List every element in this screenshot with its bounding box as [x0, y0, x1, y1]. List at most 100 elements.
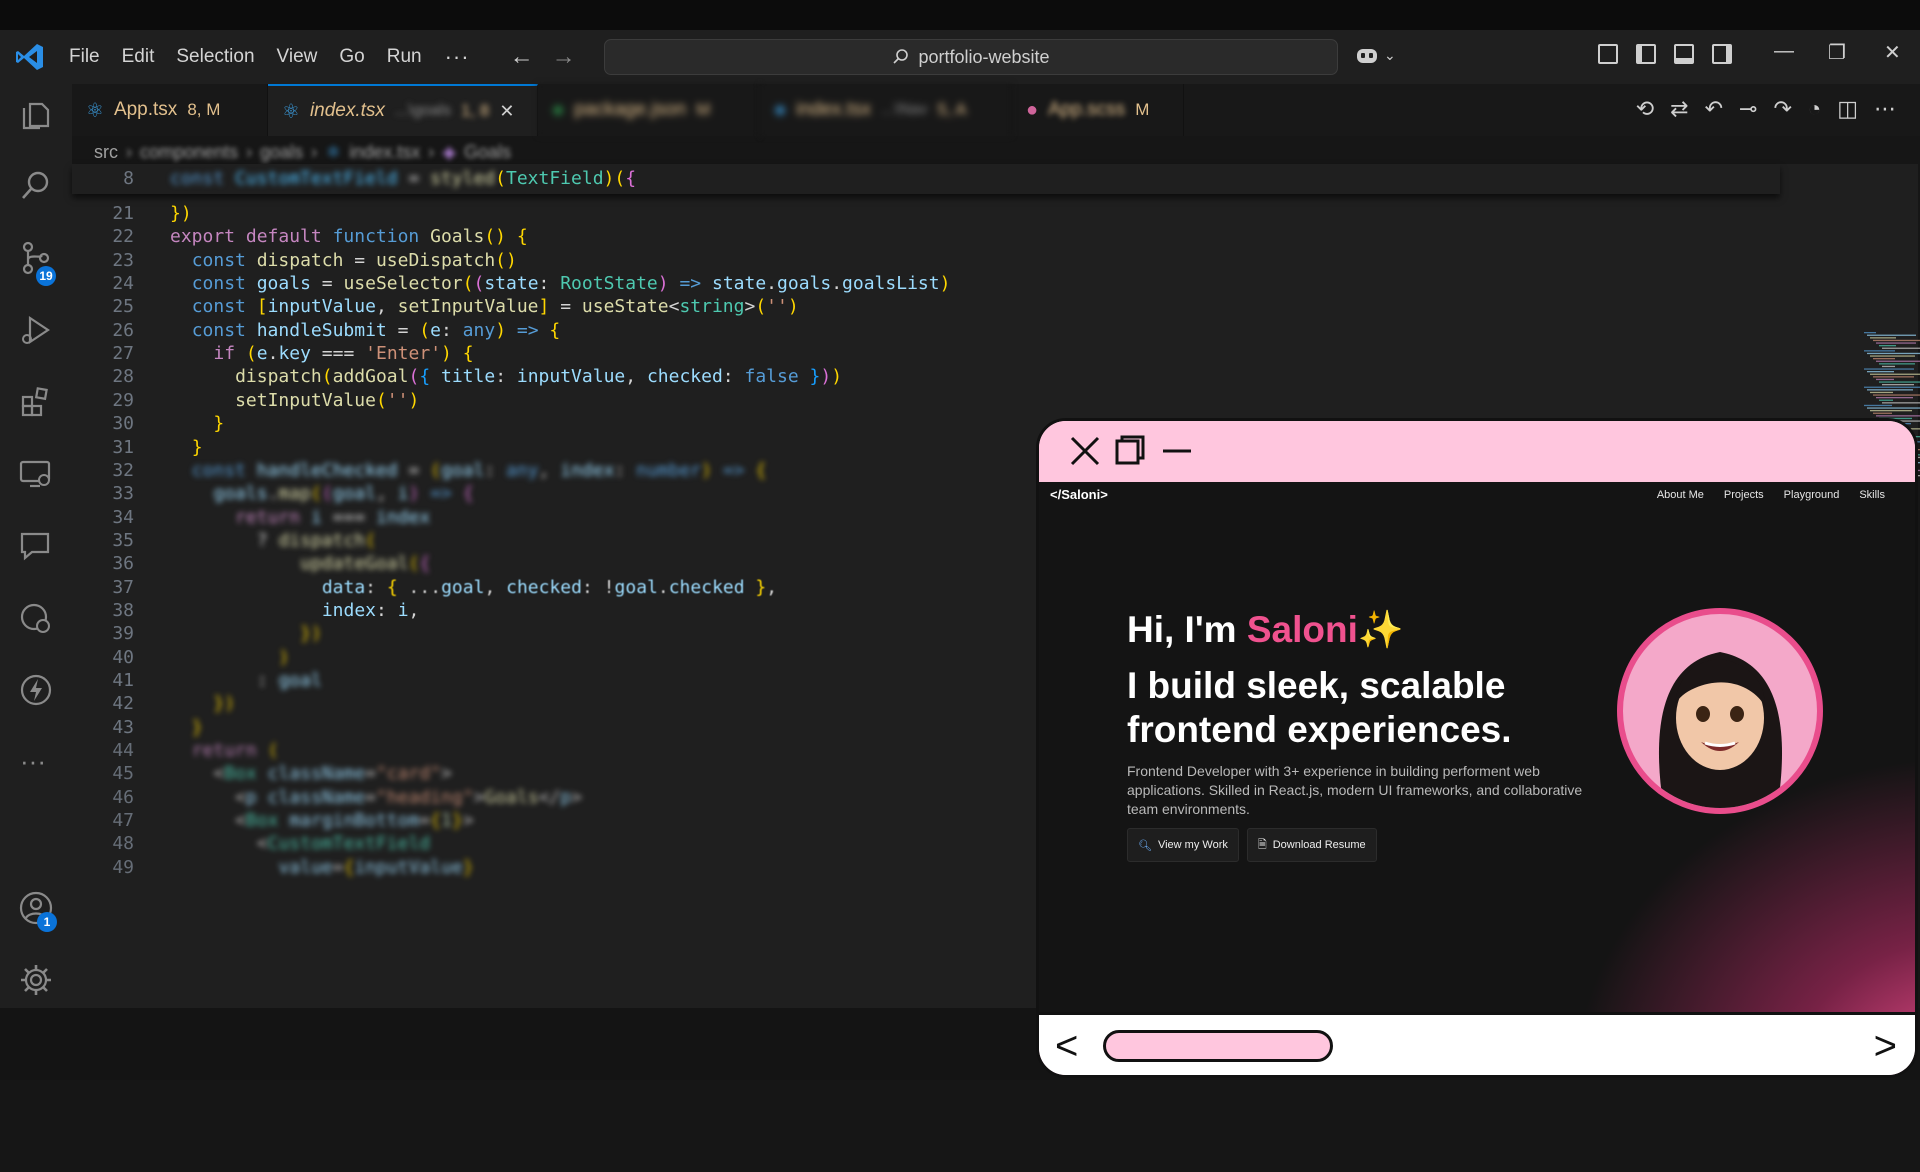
minimap-line [1870, 391, 1893, 394]
go-back-change-icon[interactable]: ↶ [1705, 96, 1723, 122]
nav-playground[interactable]: Playground [1784, 489, 1840, 501]
prev-arrow-icon[interactable]: < [1055, 1022, 1078, 1070]
browser-bottom-bar: < > [1039, 1012, 1915, 1075]
breadcrumb-item[interactable]: index.tsx [349, 142, 420, 163]
more-views-icon[interactable]: ··· [20, 746, 46, 777]
search-icon: 🔍︎ [1138, 839, 1152, 852]
customize-layout-icon[interactable] [1598, 44, 1618, 64]
minimap-line [1879, 381, 1920, 383]
extensions-icon[interactable] [18, 384, 54, 420]
line-number: 49 [112, 856, 134, 878]
website-viewport: </Saloni> About Me Projects Playground S… [1039, 482, 1915, 1012]
go-forward-icon[interactable]: → [552, 43, 576, 71]
source-control-badge: 19 [36, 266, 56, 286]
greeting-prefix: Hi, I'm [1127, 609, 1247, 650]
download-resume-button[interactable]: 🗎 Download Resume [1246, 828, 1377, 862]
restore-icon[interactable]: ❐ [1828, 40, 1846, 65]
breadcrumb-root[interactable]: src [94, 142, 118, 163]
download-resume-label: Download Resume [1272, 839, 1366, 851]
minimap-line [1879, 399, 1893, 401]
explorer-icon[interactable] [18, 98, 54, 134]
remote-explorer-icon[interactable] [18, 456, 54, 492]
nav-projects[interactable]: Projects [1724, 489, 1764, 501]
minimap-line [1873, 339, 1920, 342]
minimap-line [1864, 368, 1914, 370]
tab-label: App.scss [1048, 99, 1126, 120]
menu-view[interactable]: View [266, 46, 329, 68]
hero-buttons: 🔍︎ View my Work 🗎 Download Resume [1127, 828, 1377, 862]
more-actions-icon[interactable]: ⋯ [1874, 96, 1896, 122]
editor-actions: ⟲ ⇄ ↶ ⊸ ↷ ◔ ◫ ⋯ [1636, 96, 1896, 122]
settings-gear-icon[interactable] [18, 962, 54, 998]
minimize-icon[interactable] [1161, 435, 1193, 467]
minimap-line [1873, 412, 1892, 414]
next-arrow-icon[interactable]: > [1874, 1022, 1897, 1070]
code-text: }) [213, 693, 236, 715]
menu-go[interactable]: Go [328, 46, 375, 68]
tab-app-scss[interactable]: ● App.scss M [1012, 84, 1184, 136]
tab-index-tsx-nav[interactable]: ● index.tsx ...\Nav 5, A [760, 84, 1012, 136]
sticky-scroll[interactable]: 8 const CustomTextField = styled(TextFiel… [72, 164, 1780, 194]
code-text: return ( [191, 740, 279, 762]
toggle-primary-sidebar-icon[interactable] [1636, 44, 1656, 64]
command-center[interactable]: portfolio-website [604, 39, 1338, 75]
toggle-panel-icon[interactable] [1674, 44, 1694, 64]
toggle-secondary-sidebar-icon[interactable] [1712, 44, 1732, 64]
menu-selection[interactable]: Selection [165, 46, 265, 68]
code-text: value={inputValue} [278, 856, 474, 878]
tab-package-json[interactable]: ● package.json M [538, 84, 760, 136]
minimap-line [1879, 345, 1896, 347]
minimap-line [1879, 363, 1915, 365]
code-text: const handleChecked = (goal: any, index:… [191, 459, 767, 481]
maximize-icon[interactable] [1114, 434, 1146, 466]
split-editor-icon[interactable]: ◫ [1837, 96, 1858, 122]
menu-file[interactable]: File [58, 46, 111, 68]
github-actions-icon[interactable] [18, 600, 54, 636]
minimap-line [1864, 404, 1892, 407]
memoji-avatar-icon [1658, 652, 1783, 808]
tab-status: M [1135, 100, 1150, 119]
hero-greeting: Hi, I'm Saloni✨ [1127, 609, 1404, 652]
menu-edit[interactable]: Edit [111, 46, 166, 68]
nav-about-me[interactable]: About Me [1657, 489, 1704, 501]
copilot-button[interactable]: ⌄ [1354, 44, 1396, 66]
search-icon[interactable] [18, 168, 54, 204]
avatar [1617, 608, 1823, 814]
close-tab-icon[interactable]: ✕ [499, 101, 514, 122]
thunder-client-icon[interactable] [18, 672, 54, 708]
breadcrumb-item[interactable]: goals [260, 142, 303, 163]
menu-more-button[interactable]: ··· [433, 44, 482, 70]
breadcrumb-item[interactable]: components [140, 142, 238, 163]
minimize-icon[interactable]: — [1774, 40, 1794, 63]
view-work-button[interactable]: 🔍︎ View my Work [1127, 828, 1239, 862]
code-text: const handleSubmit = (e: any) => { [191, 319, 561, 341]
tab-status: M [696, 100, 711, 119]
minimap-line [1882, 347, 1920, 349]
breadcrumb-item[interactable]: Goals [464, 142, 511, 163]
tab-app-tsx[interactable]: ⚛ App.tsx 8, M [72, 84, 268, 136]
address-pill[interactable] [1103, 1030, 1333, 1062]
command-center-text: portfolio-website [918, 46, 1050, 67]
code-text: }) [300, 623, 322, 645]
chat-icon[interactable] [18, 528, 54, 564]
close-icon[interactable] [1069, 435, 1101, 467]
minimap-line [1867, 352, 1920, 355]
browser-title-bar [1039, 421, 1915, 481]
site-nav-links: About Me Projects Playground Skills [1657, 489, 1885, 501]
code-text: export default function Goals() { [170, 226, 528, 248]
nav-skills[interactable]: Skills [1859, 489, 1885, 501]
code-text: const goals = useSelector((state: RootSt… [191, 273, 951, 295]
timeline-history-icon[interactable]: ⟲ [1636, 96, 1654, 122]
tab-index-tsx-goals[interactable]: ⚛ index.tsx ...\goals 1, 8 ✕ [268, 84, 538, 136]
run-debug-icon[interactable] [18, 312, 54, 348]
open-changes-icon[interactable]: ⇄ [1670, 96, 1688, 122]
commit-icon[interactable]: ⊸ [1739, 96, 1757, 122]
menu-run[interactable]: Run [376, 46, 433, 68]
go-forward-change-icon[interactable]: ↷ [1773, 96, 1791, 122]
git-graph-icon[interactable]: ◔ [1808, 96, 1821, 122]
site-logo[interactable]: </Saloni> [1050, 487, 1108, 502]
close-window-icon[interactable]: ✕ [1884, 40, 1901, 65]
go-back-icon[interactable]: ← [510, 43, 534, 71]
minimap-line [1867, 334, 1916, 336]
sticky-line-text: const CustomTextField = styled [170, 168, 496, 189]
